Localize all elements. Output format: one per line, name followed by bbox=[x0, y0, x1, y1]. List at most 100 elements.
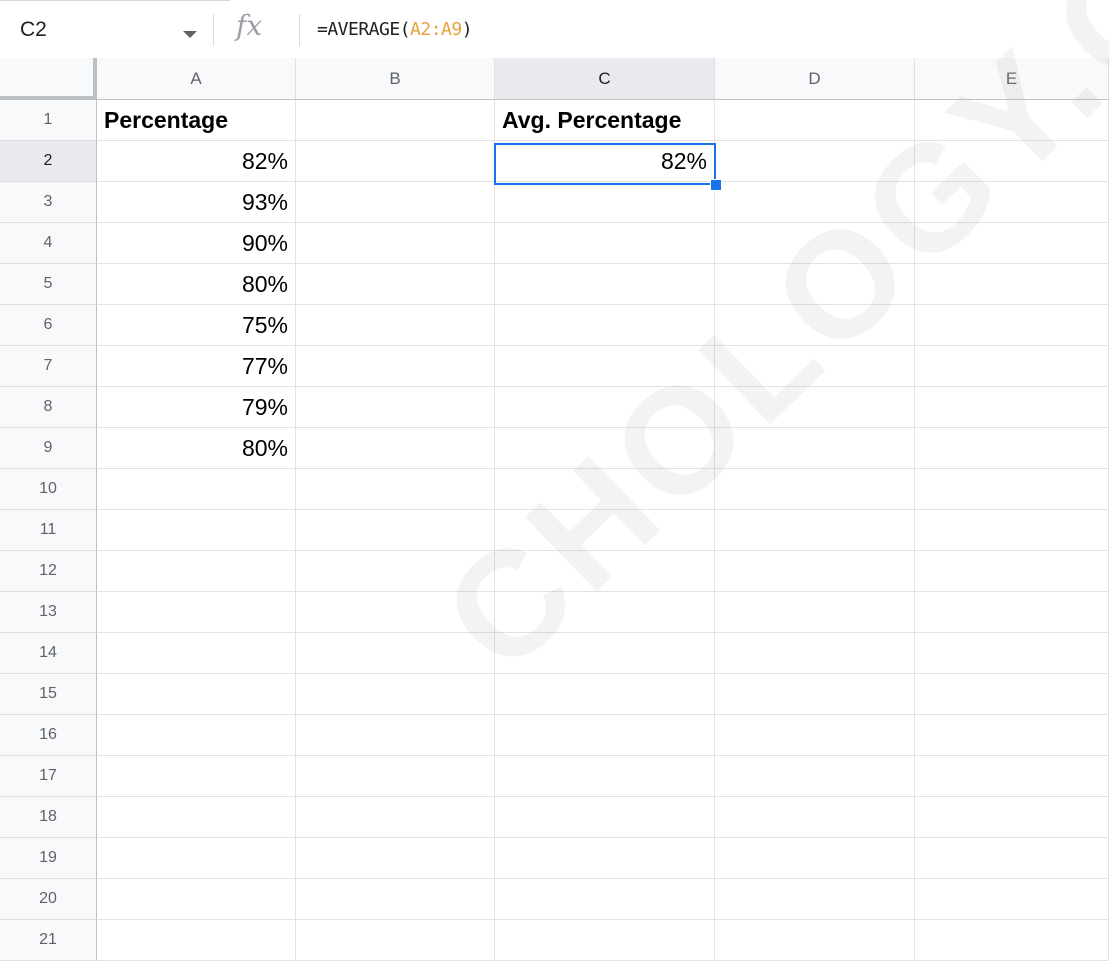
cell-d12[interactable] bbox=[715, 551, 915, 592]
cell-e3[interactable] bbox=[915, 182, 1109, 223]
cell-e17[interactable] bbox=[915, 756, 1109, 797]
cell-a17[interactable] bbox=[97, 756, 296, 797]
row-header-6[interactable]: 6 bbox=[0, 305, 97, 346]
cell-a13[interactable] bbox=[97, 592, 296, 633]
cell-d10[interactable] bbox=[715, 469, 915, 510]
cell-a15[interactable] bbox=[97, 674, 296, 715]
cell-d19[interactable] bbox=[715, 838, 915, 879]
cell-b13[interactable] bbox=[296, 592, 495, 633]
column-header-b[interactable]: B bbox=[296, 58, 495, 100]
cell-a6[interactable]: 75% bbox=[97, 305, 296, 346]
cell-d15[interactable] bbox=[715, 674, 915, 715]
cell-c3[interactable] bbox=[495, 182, 715, 223]
cell-c12[interactable] bbox=[495, 551, 715, 592]
cell-e9[interactable] bbox=[915, 428, 1109, 469]
cell-c5[interactable] bbox=[495, 264, 715, 305]
cell-d20[interactable] bbox=[715, 879, 915, 920]
cell-a14[interactable] bbox=[97, 633, 296, 674]
row-header-20[interactable]: 20 bbox=[0, 879, 97, 920]
cell-e5[interactable] bbox=[915, 264, 1109, 305]
row-header-16[interactable]: 16 bbox=[0, 715, 97, 756]
cell-b15[interactable] bbox=[296, 674, 495, 715]
cell-b3[interactable] bbox=[296, 182, 495, 223]
cell-a8[interactable]: 79% bbox=[97, 387, 296, 428]
row-header-13[interactable]: 13 bbox=[0, 592, 97, 633]
cell-b20[interactable] bbox=[296, 879, 495, 920]
cell-d18[interactable] bbox=[715, 797, 915, 838]
row-header-17[interactable]: 17 bbox=[0, 756, 97, 797]
row-header-8[interactable]: 8 bbox=[0, 387, 97, 428]
cell-d6[interactable] bbox=[715, 305, 915, 346]
cell-d13[interactable] bbox=[715, 592, 915, 633]
cell-b12[interactable] bbox=[296, 551, 495, 592]
cell-e20[interactable] bbox=[915, 879, 1109, 920]
cell-e12[interactable] bbox=[915, 551, 1109, 592]
cell-c4[interactable] bbox=[495, 223, 715, 264]
cell-e18[interactable] bbox=[915, 797, 1109, 838]
cell-b16[interactable] bbox=[296, 715, 495, 756]
cell-d7[interactable] bbox=[715, 346, 915, 387]
cell-e8[interactable] bbox=[915, 387, 1109, 428]
cell-d5[interactable] bbox=[715, 264, 915, 305]
cell-e7[interactable] bbox=[915, 346, 1109, 387]
cell-d1[interactable] bbox=[715, 100, 915, 141]
cell-b21[interactable] bbox=[296, 920, 495, 961]
cell-c13[interactable] bbox=[495, 592, 715, 633]
cell-a9[interactable]: 80% bbox=[97, 428, 296, 469]
row-header-2[interactable]: 2 bbox=[0, 141, 97, 182]
cell-e13[interactable] bbox=[915, 592, 1109, 633]
cell-c1[interactable]: Avg. Percentage bbox=[495, 100, 715, 141]
cell-e21[interactable] bbox=[915, 920, 1109, 961]
cell-a11[interactable] bbox=[97, 510, 296, 551]
cell-e16[interactable] bbox=[915, 715, 1109, 756]
cell-a20[interactable] bbox=[97, 879, 296, 920]
cell-b19[interactable] bbox=[296, 838, 495, 879]
cell-d11[interactable] bbox=[715, 510, 915, 551]
cell-a19[interactable] bbox=[97, 838, 296, 879]
row-header-7[interactable]: 7 bbox=[0, 346, 97, 387]
cell-d4[interactable] bbox=[715, 223, 915, 264]
cell-e6[interactable] bbox=[915, 305, 1109, 346]
cell-b18[interactable] bbox=[296, 797, 495, 838]
cell-d8[interactable] bbox=[715, 387, 915, 428]
cell-a5[interactable]: 80% bbox=[97, 264, 296, 305]
row-header-9[interactable]: 9 bbox=[0, 428, 97, 469]
cell-b4[interactable] bbox=[296, 223, 495, 264]
cell-b11[interactable] bbox=[296, 510, 495, 551]
select-all-corner[interactable] bbox=[0, 58, 97, 100]
cell-e10[interactable] bbox=[915, 469, 1109, 510]
cell-a2[interactable]: 82% bbox=[97, 141, 296, 182]
cell-a12[interactable] bbox=[97, 551, 296, 592]
cell-c8[interactable] bbox=[495, 387, 715, 428]
cell-d17[interactable] bbox=[715, 756, 915, 797]
cell-e1[interactable] bbox=[915, 100, 1109, 141]
column-header-d[interactable]: D bbox=[715, 58, 915, 100]
cell-d2[interactable] bbox=[715, 141, 915, 182]
row-header-15[interactable]: 15 bbox=[0, 674, 97, 715]
cell-e4[interactable] bbox=[915, 223, 1109, 264]
cell-e15[interactable] bbox=[915, 674, 1109, 715]
cell-d9[interactable] bbox=[715, 428, 915, 469]
cell-e2[interactable] bbox=[915, 141, 1109, 182]
cell-c16[interactable] bbox=[495, 715, 715, 756]
cell-a18[interactable] bbox=[97, 797, 296, 838]
row-header-3[interactable]: 3 bbox=[0, 182, 97, 223]
column-header-e[interactable]: E bbox=[915, 58, 1109, 100]
cell-b6[interactable] bbox=[296, 305, 495, 346]
cell-b14[interactable] bbox=[296, 633, 495, 674]
row-header-1[interactable]: 1 bbox=[0, 100, 97, 141]
cell-b17[interactable] bbox=[296, 756, 495, 797]
row-header-19[interactable]: 19 bbox=[0, 838, 97, 879]
cell-e19[interactable] bbox=[915, 838, 1109, 879]
cell-b7[interactable] bbox=[296, 346, 495, 387]
cell-c2[interactable]: 82% bbox=[495, 141, 715, 182]
name-box[interactable]: C2 bbox=[0, 0, 230, 59]
row-header-10[interactable]: 10 bbox=[0, 469, 97, 510]
fill-handle[interactable] bbox=[710, 179, 722, 191]
cell-c17[interactable] bbox=[495, 756, 715, 797]
cell-b5[interactable] bbox=[296, 264, 495, 305]
row-header-11[interactable]: 11 bbox=[0, 510, 97, 551]
cell-b9[interactable] bbox=[296, 428, 495, 469]
cell-b10[interactable] bbox=[296, 469, 495, 510]
cell-a16[interactable] bbox=[97, 715, 296, 756]
